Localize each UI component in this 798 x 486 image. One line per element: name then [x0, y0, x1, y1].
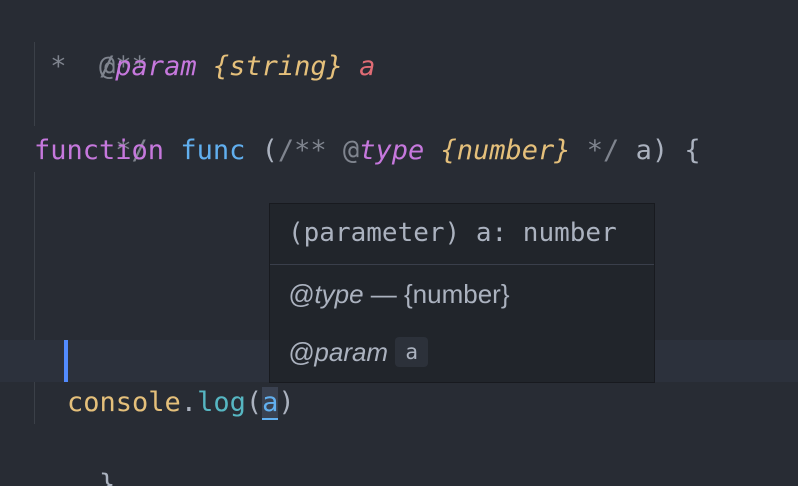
inline-jsdoc-type: {number} [440, 135, 571, 166]
inline-jsdoc-at: @ [342, 135, 360, 166]
close-paren-brace: ) { [651, 135, 701, 166]
inline-jsdoc-tag: type [359, 135, 425, 166]
log-method: log [197, 387, 246, 418]
closing-brace: } [99, 469, 116, 486]
hover-param-row: @param a [288, 323, 654, 381]
hover-signature: (parameter) a: number [270, 204, 654, 265]
parameter-name[interactable]: a [636, 135, 652, 166]
code-line-4[interactable]: function func (/** @type {number} */ a) … [34, 130, 701, 172]
hover-documentation: @type — {number} @param a [270, 265, 654, 381]
keyword-function: function [34, 135, 165, 166]
open-paren: ( [261, 135, 278, 166]
jsdoc-tag: param [115, 51, 197, 82]
hover-param-tag: @param [288, 337, 389, 367]
jsdoc-at: @ [99, 51, 116, 82]
code-line-1[interactable]: /** [34, 4, 148, 82]
code-editor[interactable]: /** * @param {string} a */ function func… [0, 0, 798, 486]
hovered-argument[interactable]: a [262, 387, 279, 420]
jsdoc-type: {string} [212, 51, 343, 82]
code-line-2[interactable]: * @param {string} a [34, 46, 375, 88]
inline-comment-close: */ [586, 135, 620, 166]
jsdoc-param-name: a [359, 51, 376, 82]
comment-star: * [34, 51, 100, 82]
code-line-10[interactable]: } [34, 422, 115, 486]
console-object: console [67, 387, 181, 418]
hover-type-text: — {number} [363, 279, 510, 309]
hover-type-tag: @type [288, 279, 364, 309]
inline-comment-open: /** [277, 135, 327, 166]
code-line-9[interactable]: console.log(a) [67, 382, 295, 424]
call-close-paren: ) [278, 387, 295, 418]
hover-param-name: a [395, 337, 428, 368]
member-dot: . [180, 387, 198, 418]
code-line-3[interactable]: */ [34, 88, 148, 166]
text-cursor [64, 340, 68, 382]
call-open-paren: ( [245, 387, 263, 418]
hover-type-row: @type — {number} [288, 265, 654, 323]
hover-tooltip: (parameter) a: number @type — {number} @… [269, 203, 655, 383]
function-name: func [180, 135, 246, 166]
